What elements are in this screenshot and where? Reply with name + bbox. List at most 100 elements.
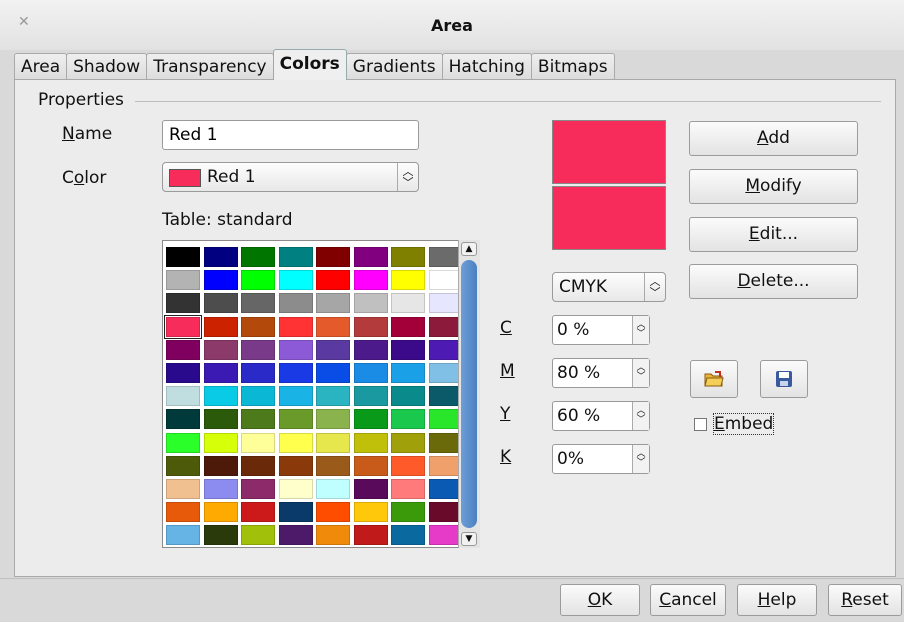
modify-button[interactable]: Modify <box>689 169 858 204</box>
color-swatch-cell[interactable] <box>391 502 425 523</box>
color-swatch-cell[interactable] <box>278 293 313 314</box>
tab-shadow[interactable]: Shadow <box>66 53 148 80</box>
reset-button[interactable]: Reset <box>828 584 902 616</box>
color-swatch-cell[interactable] <box>166 386 200 407</box>
color-swatch-cell[interactable] <box>203 409 238 430</box>
color-swatch-cell[interactable] <box>203 293 238 314</box>
key-spinbox[interactable]: 0% ︿ ﹀ <box>552 444 650 474</box>
color-swatch-cell[interactable] <box>278 478 313 499</box>
color-swatch-cell[interactable] <box>316 270 350 291</box>
spin-icon[interactable]: ︿ ﹀ <box>632 445 649 473</box>
color-swatch-cell[interactable] <box>391 478 425 499</box>
color-swatch-cell[interactable] <box>278 525 313 546</box>
color-swatch-cell[interactable] <box>203 270 238 291</box>
color-swatch-cell[interactable] <box>166 478 200 499</box>
color-swatch-cell[interactable] <box>316 455 350 476</box>
color-swatch-cell[interactable] <box>278 247 313 267</box>
color-swatch-cell[interactable] <box>391 525 425 546</box>
color-swatch-cell[interactable] <box>391 386 425 407</box>
spin-icon[interactable]: ︿ ﹀ <box>632 316 649 344</box>
color-swatch-cell[interactable] <box>166 455 200 476</box>
color-swatch-cell[interactable] <box>353 478 388 499</box>
color-swatch-cell[interactable] <box>203 502 238 523</box>
color-swatch-cell[interactable] <box>164 314 202 339</box>
color-swatch-cell[interactable] <box>391 270 425 291</box>
color-swatch-cell[interactable] <box>391 409 425 430</box>
color-swatch-cell[interactable] <box>166 525 200 546</box>
color-swatch-cell[interactable] <box>203 339 238 360</box>
color-swatch-cell[interactable] <box>353 247 388 267</box>
color-model-select[interactable]: CMYK ︿ ﹀ <box>552 272 666 302</box>
color-swatch-cell[interactable] <box>203 525 238 546</box>
color-swatch-cell[interactable] <box>316 316 350 337</box>
color-swatch-cell[interactable] <box>241 362 275 383</box>
color-swatch-cell[interactable] <box>278 316 313 337</box>
color-swatch-cell[interactable] <box>166 362 200 383</box>
spin-icon[interactable]: ︿ ﹀ <box>632 359 649 387</box>
color-swatch-cell[interactable] <box>391 293 425 314</box>
color-swatch-cell[interactable] <box>391 432 425 453</box>
color-swatch-cell[interactable] <box>391 362 425 383</box>
color-swatch-cell[interactable] <box>353 293 388 314</box>
color-swatch-cell[interactable] <box>316 247 350 267</box>
color-swatch-cell[interactable] <box>166 247 200 267</box>
color-swatch-cell[interactable] <box>241 409 275 430</box>
color-swatch-cell[interactable] <box>391 455 425 476</box>
tab-transparency[interactable]: Transparency <box>146 53 274 80</box>
color-palette[interactable] <box>162 240 480 548</box>
color-swatch-cell[interactable] <box>316 432 350 453</box>
add-button[interactable]: Add <box>689 121 858 156</box>
load-color-list-button[interactable] <box>690 360 738 398</box>
yellow-spinbox[interactable]: 60 % ︿ ﹀ <box>552 401 650 431</box>
tab-hatching[interactable]: Hatching <box>441 53 532 80</box>
help-button[interactable]: Help <box>737 584 817 616</box>
color-swatch-cell[interactable] <box>353 432 388 453</box>
color-swatch-cell[interactable] <box>203 316 238 337</box>
color-swatch-cell[interactable] <box>241 247 275 267</box>
color-swatch-cell[interactable] <box>203 478 238 499</box>
color-swatch-cell[interactable] <box>316 293 350 314</box>
palette-scrollbar[interactable]: ▲ ▼ <box>458 240 480 548</box>
color-swatch-cell[interactable] <box>391 247 425 267</box>
scroll-down-icon[interactable]: ▼ <box>461 532 477 546</box>
color-swatch-cell[interactable] <box>353 525 388 546</box>
color-swatch-cell[interactable] <box>203 247 238 267</box>
color-swatch-cell[interactable] <box>278 362 313 383</box>
color-swatch-cell[interactable] <box>166 409 200 430</box>
delete-button[interactable]: Delete... <box>689 264 858 299</box>
color-swatch-cell[interactable] <box>353 316 388 337</box>
color-swatch-cell[interactable] <box>353 270 388 291</box>
tab-bitmaps[interactable]: Bitmaps <box>530 53 615 80</box>
color-swatch-cell[interactable] <box>353 362 388 383</box>
color-swatch-cell[interactable] <box>391 316 425 337</box>
color-swatch-cell[interactable] <box>241 270 275 291</box>
embed-checkbox[interactable] <box>694 418 707 431</box>
color-select[interactable]: Red 1 ︿ ﹀ <box>162 162 419 192</box>
name-input[interactable] <box>162 120 419 150</box>
color-swatch-cell[interactable] <box>316 409 350 430</box>
color-swatch-cell[interactable] <box>353 386 388 407</box>
tab-area[interactable]: Area <box>14 53 68 80</box>
cancel-button[interactable]: Cancel <box>650 584 726 616</box>
color-swatch-cell[interactable] <box>166 339 200 360</box>
color-swatch-cell[interactable] <box>203 386 238 407</box>
tab-gradients[interactable]: Gradients <box>345 53 443 80</box>
color-swatch-cell[interactable] <box>353 339 388 360</box>
color-swatch-cell[interactable] <box>166 293 200 314</box>
color-swatch-cell[interactable] <box>241 502 275 523</box>
magenta-spinbox[interactable]: 80 % ︿ ﹀ <box>552 358 650 388</box>
edit-button[interactable]: Edit... <box>689 217 858 252</box>
embed-label[interactable]: Embed <box>712 413 775 435</box>
color-swatch-cell[interactable] <box>353 455 388 476</box>
color-swatch-cell[interactable] <box>316 525 350 546</box>
ok-button[interactable]: OK <box>560 584 640 616</box>
color-swatch-cell[interactable] <box>166 270 200 291</box>
color-swatch-cell[interactable] <box>241 455 275 476</box>
save-color-list-button[interactable] <box>760 360 808 398</box>
color-swatch-cell[interactable] <box>203 362 238 383</box>
color-swatch-cell[interactable] <box>241 525 275 546</box>
color-swatch-cell[interactable] <box>241 432 275 453</box>
color-swatch-cell[interactable] <box>278 270 313 291</box>
color-swatch-cell[interactable] <box>203 455 238 476</box>
color-swatch-cell[interactable] <box>278 339 313 360</box>
